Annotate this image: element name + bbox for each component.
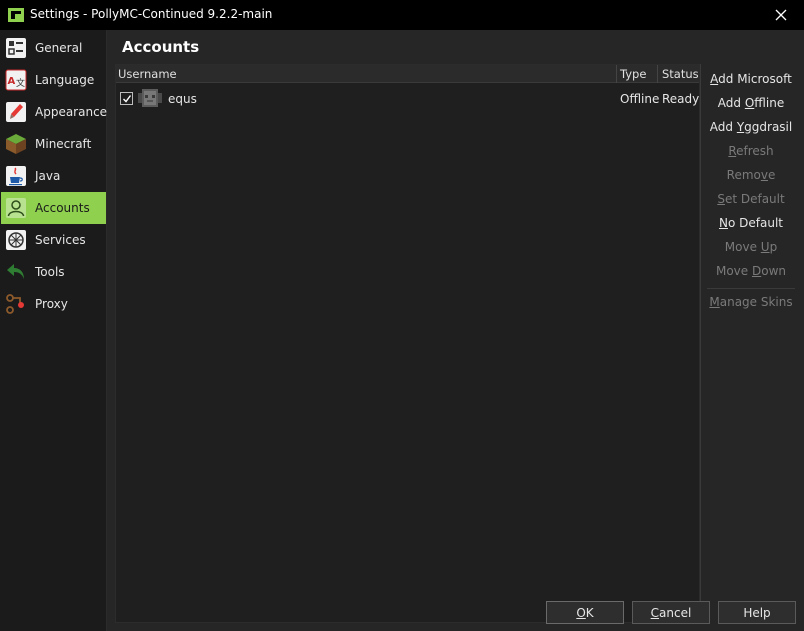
close-icon bbox=[775, 9, 787, 21]
sidebar-item-minecraft[interactable]: Minecraft bbox=[1, 128, 106, 160]
services-icon bbox=[6, 230, 26, 250]
sidebar-item-label: Language bbox=[35, 73, 95, 87]
accounts-table[interactable]: Username Type Status equs Offline Ready bbox=[115, 64, 700, 623]
column-header-username[interactable]: Username bbox=[118, 67, 177, 81]
move-up-button[interactable]: Move Up bbox=[703, 240, 799, 254]
remove-button[interactable]: Remove bbox=[703, 168, 799, 182]
page-title: Accounts bbox=[122, 38, 200, 56]
sidebar-item-label: Java bbox=[35, 169, 61, 183]
sidebar-item-language[interactable]: A 文 Language bbox=[1, 64, 106, 96]
appearance-icon bbox=[6, 102, 26, 122]
app-logo-icon bbox=[8, 8, 24, 22]
column-divider[interactable] bbox=[616, 65, 617, 83]
divider bbox=[707, 288, 795, 289]
sidebar-item-general[interactable]: General bbox=[1, 32, 106, 64]
column-header-status[interactable]: Status bbox=[662, 67, 699, 81]
no-default-button[interactable]: No Default bbox=[703, 216, 799, 230]
player-skin-avatar bbox=[138, 89, 162, 107]
help-button[interactable]: Help bbox=[718, 601, 796, 624]
sidebar-item-label: Tools bbox=[35, 265, 65, 279]
move-down-button[interactable]: Move Down bbox=[703, 264, 799, 278]
check-icon bbox=[122, 94, 131, 103]
sidebar-item-label: Minecraft bbox=[35, 137, 92, 151]
table-row[interactable]: equs Offline Ready bbox=[116, 85, 699, 111]
set-default-button[interactable]: Set Default bbox=[703, 192, 799, 206]
java-icon bbox=[6, 166, 26, 186]
ok-button[interactable]: OK bbox=[546, 601, 624, 624]
sidebar-item-java[interactable]: Java bbox=[1, 160, 106, 192]
sidebar-item-services[interactable]: Services bbox=[1, 224, 106, 256]
accounts-icon bbox=[6, 198, 26, 218]
account-type: Offline bbox=[620, 92, 660, 106]
sidebar-item-proxy[interactable]: Proxy bbox=[1, 288, 106, 320]
column-divider[interactable] bbox=[657, 65, 658, 83]
general-icon bbox=[6, 38, 26, 58]
account-status: Ready bbox=[662, 92, 700, 106]
add-offline-button[interactable]: Add Offline bbox=[703, 96, 799, 110]
close-button[interactable] bbox=[758, 0, 804, 30]
language-icon: A 文 bbox=[5, 69, 27, 91]
svg-text:A: A bbox=[8, 76, 16, 87]
proxy-icon bbox=[6, 294, 24, 314]
add-yggdrasil-button[interactable]: Add Yggdrasil bbox=[703, 120, 799, 134]
tools-icon bbox=[7, 264, 24, 279]
sidebar-item-accounts[interactable]: Accounts bbox=[1, 192, 106, 224]
minecraft-icon bbox=[6, 134, 26, 154]
window-title: Settings - PollyMC-Continued 9.2.2-main bbox=[30, 7, 273, 21]
sidebar-item-tools[interactable]: Tools bbox=[1, 256, 106, 288]
sidebar-item-label: Services bbox=[35, 233, 86, 247]
sidebar-item-label: Proxy bbox=[35, 297, 68, 311]
divider bbox=[700, 64, 701, 623]
settings-sidebar: General A 文 Language Appearance Minecraf… bbox=[0, 30, 107, 631]
account-checkbox[interactable] bbox=[120, 92, 133, 105]
sidebar-item-label: General bbox=[35, 41, 83, 55]
table-header: Username Type Status bbox=[116, 65, 699, 83]
cancel-button[interactable]: Cancel bbox=[632, 601, 710, 624]
accounts-page: Accounts Username Type Status equs Offli… bbox=[107, 30, 804, 631]
manage-skins-button[interactable]: Manage Skins bbox=[703, 295, 799, 309]
svg-text:文: 文 bbox=[16, 77, 25, 89]
column-header-type[interactable]: Type bbox=[620, 67, 646, 81]
sidebar-item-label: Appearance bbox=[35, 105, 108, 119]
account-username: equs bbox=[168, 92, 197, 106]
refresh-button[interactable]: Refresh bbox=[703, 144, 799, 158]
sidebar-item-label: Accounts bbox=[35, 201, 90, 215]
sidebar-item-appearance[interactable]: Appearance bbox=[1, 96, 108, 128]
add-microsoft-button[interactable]: Add Microsoft bbox=[703, 72, 799, 86]
title-bar: Settings - PollyMC-Continued 9.2.2-main bbox=[0, 0, 804, 30]
